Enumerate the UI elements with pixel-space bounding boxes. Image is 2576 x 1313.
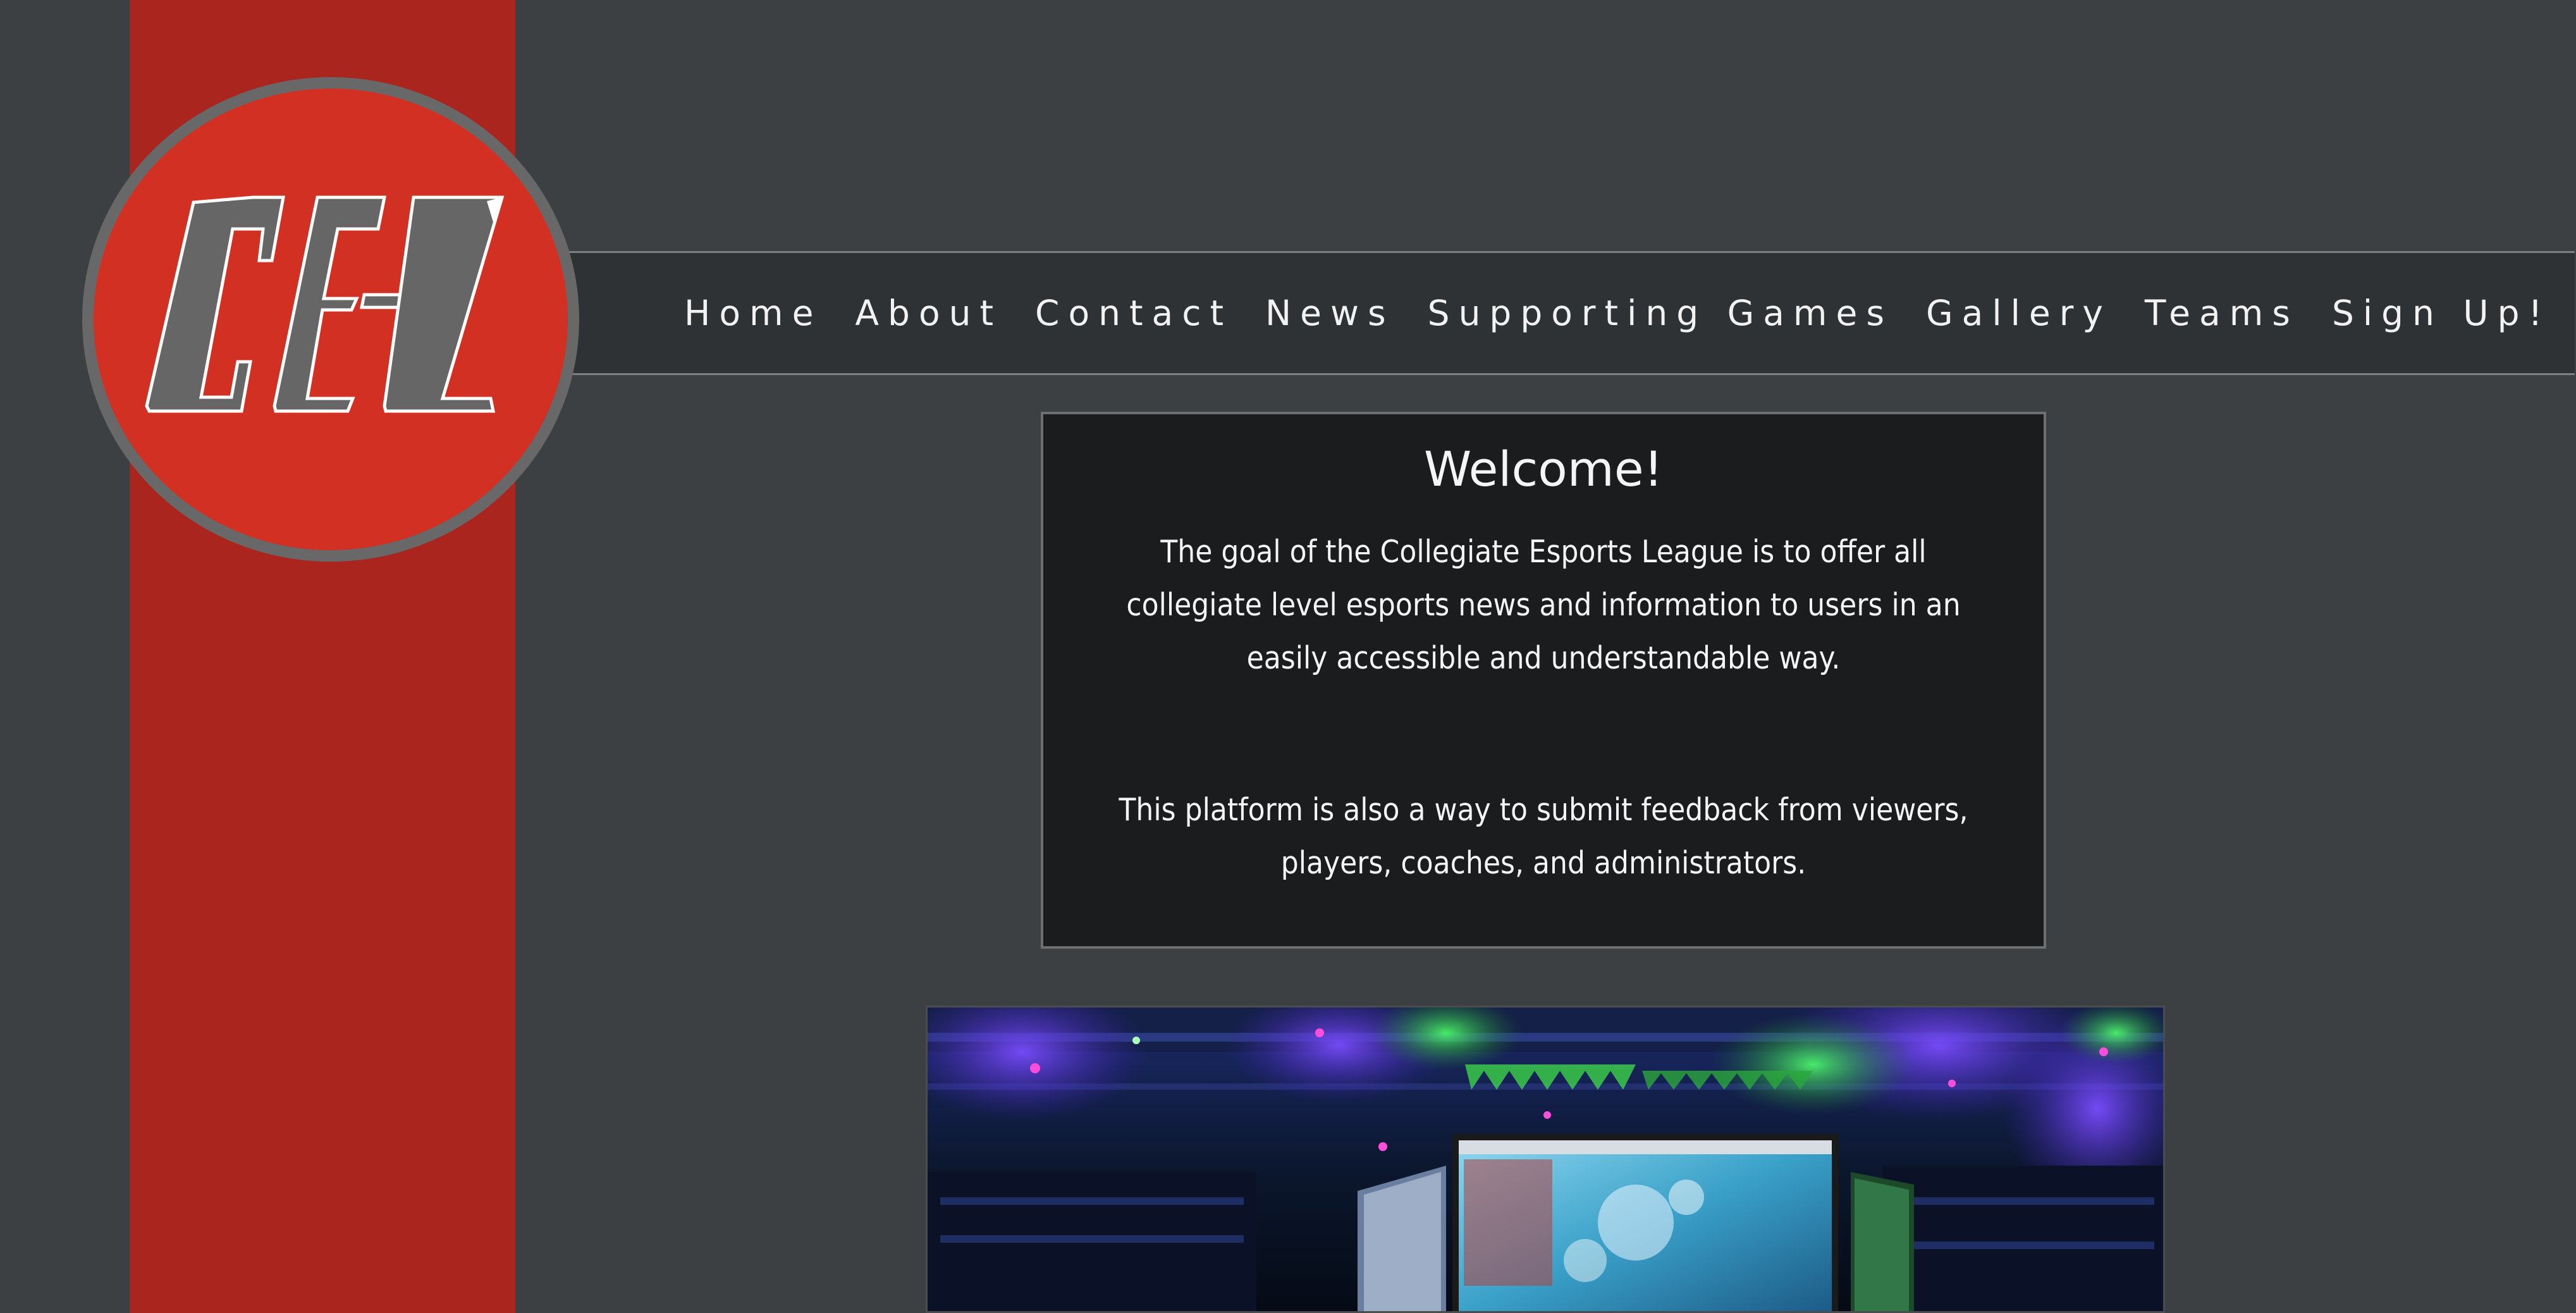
- nav-menu: Home About Contact News Supporting Games…: [684, 251, 2576, 375]
- nav-item-gallery[interactable]: Gallery: [1926, 293, 2112, 333]
- nav-item-supporting-games[interactable]: Supporting Games: [1428, 293, 1893, 333]
- welcome-feedback-paragraph: This platform is also a way to submit fe…: [1119, 792, 1968, 881]
- welcome-title: Welcome!: [1423, 441, 1664, 497]
- welcome-goal-paragraph: The goal of the Collegiate Esports Leagu…: [1126, 534, 1961, 676]
- nav-item-teams[interactable]: Teams: [2145, 293, 2299, 333]
- cel-logo-graphic: [82, 77, 579, 562]
- nav-item-contact[interactable]: Contact: [1035, 293, 1232, 333]
- nav-item-home[interactable]: Home: [684, 293, 822, 333]
- nav-item-about[interactable]: About: [855, 293, 1002, 333]
- nav-item-sign-up[interactable]: Sign Up!: [2332, 293, 2551, 333]
- esports-arena-photo: [926, 1006, 2165, 1313]
- nav-item-news[interactable]: News: [1265, 293, 1395, 333]
- arena-photo-graphic: [928, 1008, 2163, 1311]
- welcome-panel: Welcome! The goal of the Collegiate Espo…: [1041, 412, 2046, 949]
- cel-logo[interactable]: [82, 77, 579, 562]
